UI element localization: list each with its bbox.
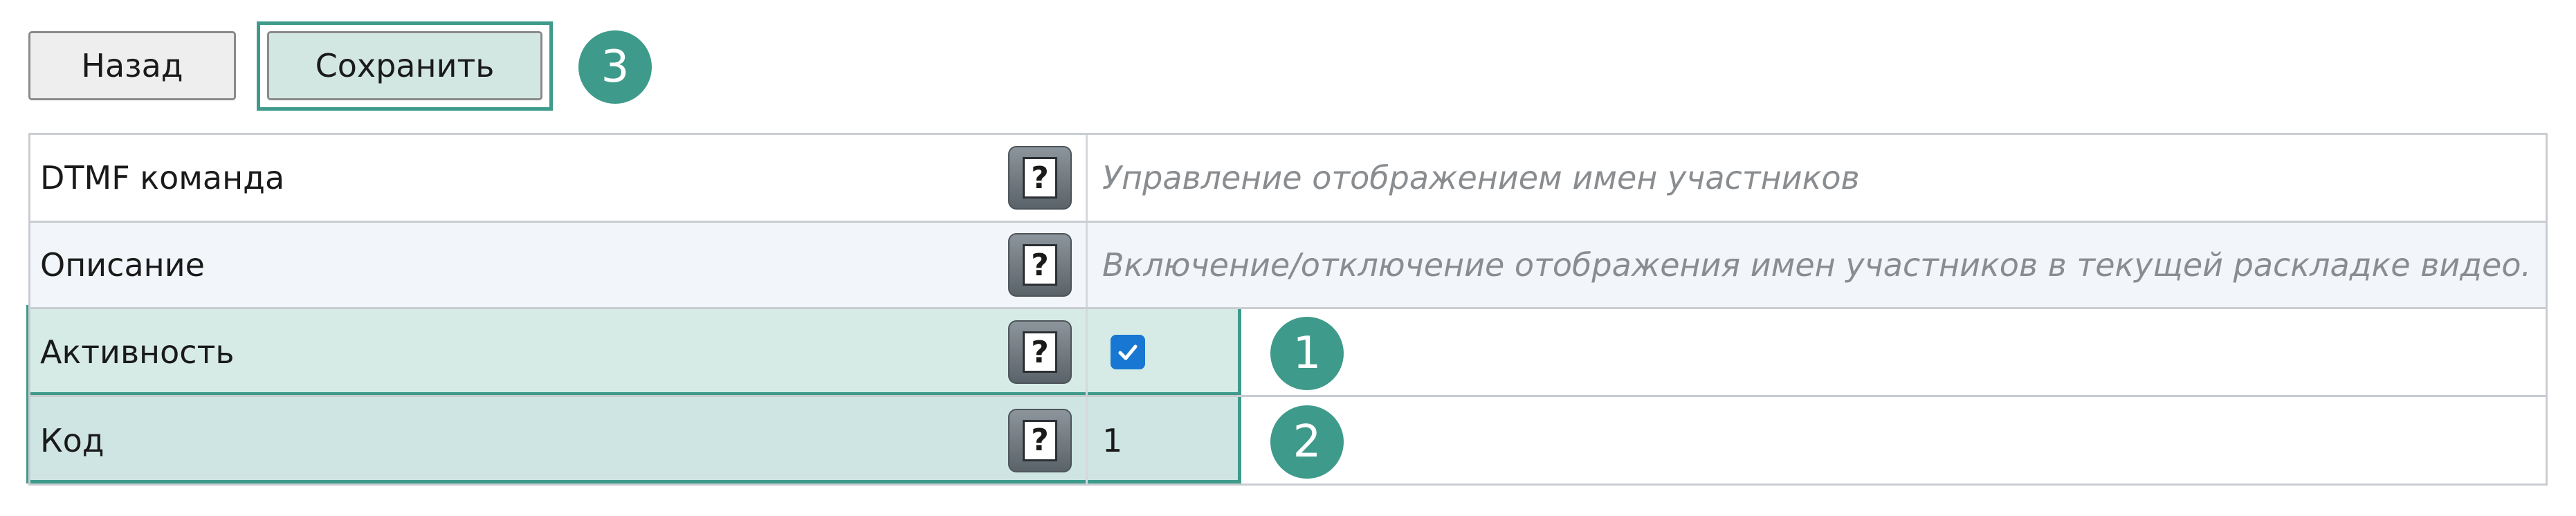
row-label: Описание — [40, 246, 205, 284]
dtmf-command-value: Управление отображением имен участников — [1102, 159, 1860, 196]
question-mark-icon: ? — [1023, 419, 1057, 461]
question-mark-icon: ? — [1023, 331, 1057, 373]
activity-checkbox[interactable] — [1111, 335, 1145, 369]
label-cell: Описание ? — [30, 223, 1088, 307]
row-label: DTMF команда — [40, 159, 285, 196]
question-mark-icon: ? — [1023, 244, 1057, 286]
label-cell: Код ? — [30, 397, 1088, 483]
description-value: Включение/отключение отображения имен уч… — [1102, 246, 2532, 284]
back-button[interactable]: Назад — [28, 31, 236, 100]
label-cell: Активность ? — [30, 309, 1088, 395]
callout-badge-2: 2 — [1270, 405, 1344, 479]
question-mark-icon: ? — [1023, 157, 1057, 199]
save-button[interactable]: Сохранить — [267, 31, 542, 100]
callout-badge-3: 3 — [578, 30, 652, 104]
row-label: Активность — [40, 333, 235, 371]
help-icon[interactable]: ? — [1008, 233, 1072, 297]
code-value[interactable]: 1 — [1102, 422, 1122, 459]
table-row-dtmf-command: DTMF команда ? Управление отображением и… — [30, 135, 2546, 223]
table-row-description: Описание ? Включение/отключение отображе… — [30, 223, 2546, 309]
label-cell: DTMF команда ? — [30, 135, 1088, 221]
callout-badge-1: 1 — [1270, 317, 1344, 390]
help-icon[interactable]: ? — [1008, 146, 1072, 210]
help-icon[interactable]: ? — [1008, 320, 1072, 384]
row-label: Код — [40, 421, 104, 459]
checkmark-icon — [1118, 344, 1138, 360]
help-icon[interactable]: ? — [1008, 408, 1072, 472]
